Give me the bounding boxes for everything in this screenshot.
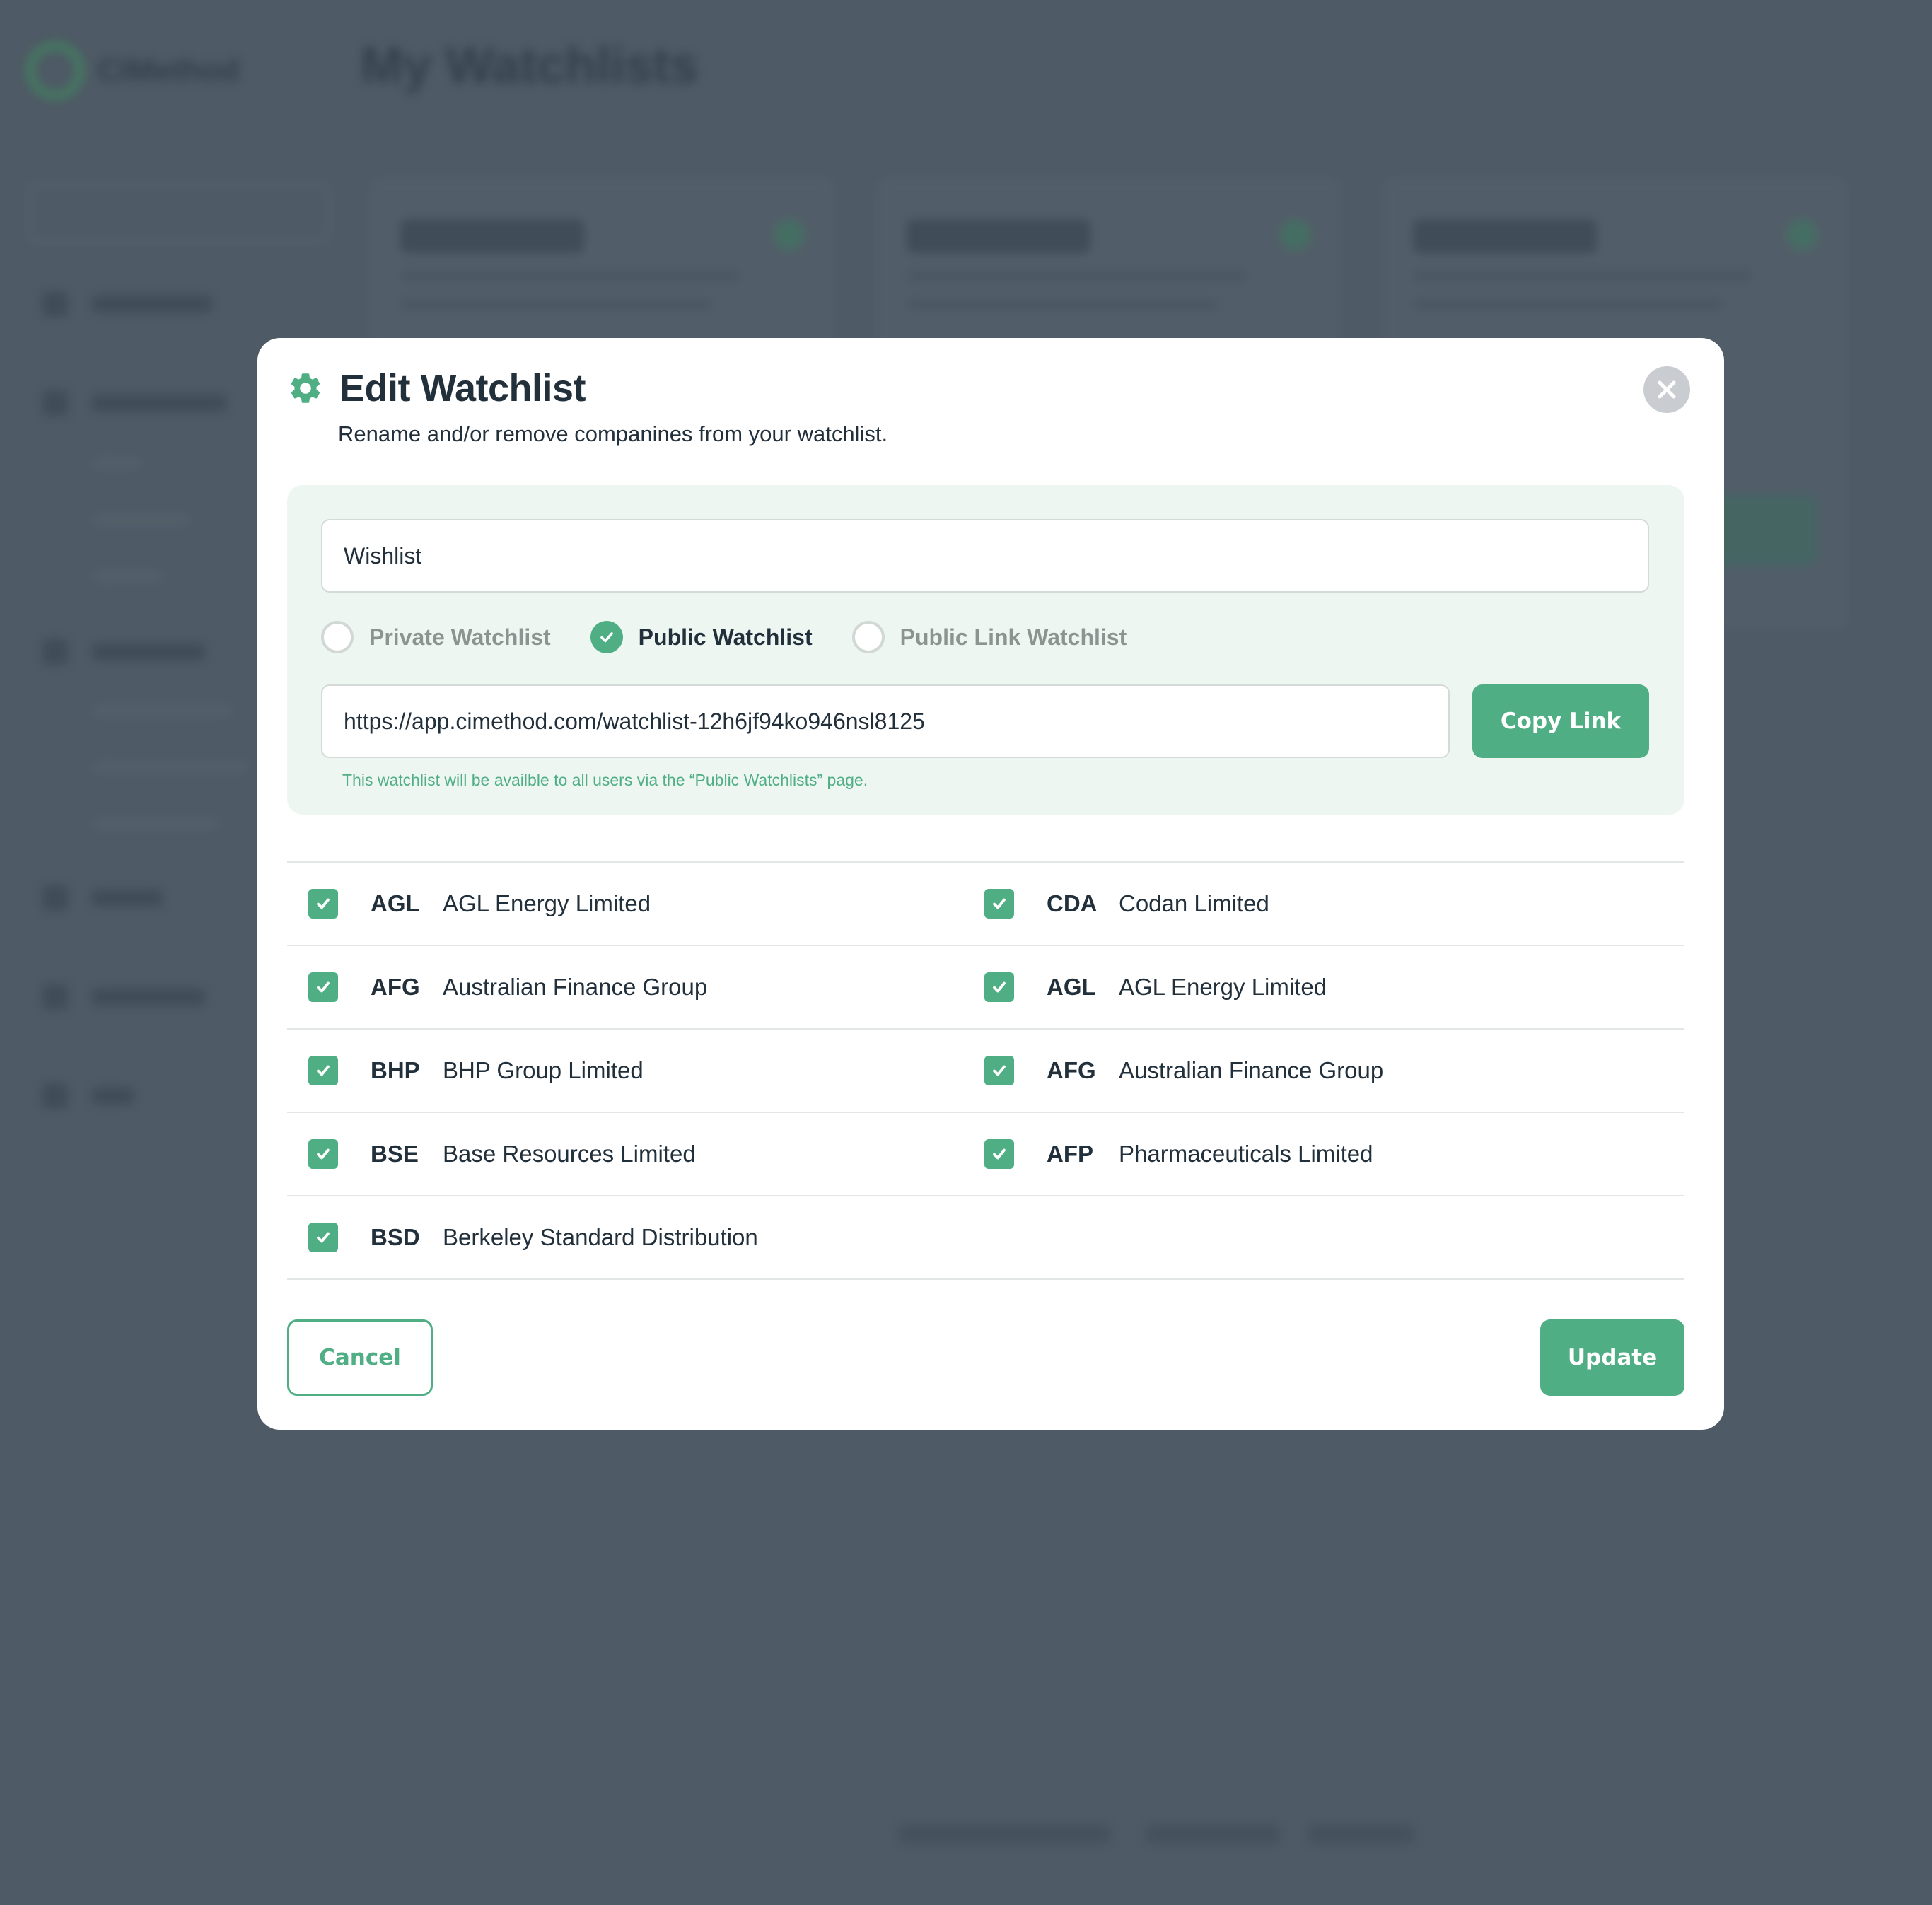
- company-checkbox[interactable]: [984, 972, 1014, 1002]
- title-row: Edit Watchlist: [287, 366, 888, 410]
- company-checkbox[interactable]: [308, 1056, 338, 1085]
- checkmark-icon: [993, 981, 1006, 993]
- copy-link-button[interactable]: Copy Link: [1472, 684, 1649, 758]
- checkmark-icon: [317, 981, 330, 993]
- company-name: Australian Finance Group: [443, 974, 708, 1000]
- company-item: AGL AGL Energy Limited: [308, 863, 651, 945]
- company-ticker: AGL: [371, 890, 420, 916]
- watchlist-name-input[interactable]: [321, 519, 1649, 593]
- company-name: Codan Limited: [1119, 890, 1269, 916]
- company-item: AFP Pharmaceuticals Limited: [984, 1113, 1373, 1195]
- company-name: Berkeley Standard Distribution: [443, 1224, 758, 1250]
- modal-title: Edit Watchlist: [339, 367, 586, 409]
- table-row: AGL AGL Energy Limited CDA Codan Limited: [287, 863, 1684, 946]
- checkmark-icon: [317, 1065, 330, 1076]
- company-name: AGL Energy Limited: [443, 890, 651, 916]
- company-ticker: BSD: [371, 1224, 420, 1250]
- visibility-radio-group: Private Watchlist Public Watchlist Publi…: [321, 621, 1166, 653]
- company-name: Pharmaceuticals Limited: [1119, 1141, 1373, 1167]
- company-checkbox[interactable]: [308, 889, 338, 919]
- page-title: My Watchlists: [361, 37, 699, 94]
- background-footer-link: [1308, 1824, 1414, 1844]
- close-icon: [1658, 380, 1676, 399]
- table-row: BSE Base Resources Limited AFP Pharmaceu…: [287, 1113, 1684, 1196]
- company-checkbox[interactable]: [308, 972, 338, 1002]
- company-name: Base Resources Limited: [443, 1141, 696, 1167]
- edit-watchlist-modal: Edit Watchlist Rename and/or remove comp…: [257, 338, 1724, 1430]
- company-item: BSE Base Resources Limited: [308, 1113, 696, 1195]
- company-ticker: AFG: [1047, 1057, 1096, 1083]
- company-item: AGL AGL Energy Limited: [984, 946, 1327, 1028]
- company-ticker: CDA: [1047, 890, 1098, 916]
- close-button[interactable]: [1643, 366, 1690, 413]
- table-row: BSD Berkeley Standard Distribution: [287, 1196, 1684, 1280]
- company-ticker: AFP: [1047, 1141, 1093, 1167]
- company-ticker: BSE: [371, 1141, 419, 1167]
- checkmark-icon: [993, 1065, 1006, 1076]
- company-checkbox[interactable]: [984, 889, 1014, 919]
- table-row: AFG Australian Finance Group AGL AGL Ene…: [287, 946, 1684, 1030]
- company-ticker: AGL: [1047, 974, 1096, 1000]
- app-logo: CIMethod: [25, 41, 239, 100]
- modal-subtitle: Rename and/or remove companines from you…: [338, 421, 888, 446]
- radio-private-watchlist[interactable]: Private Watchlist: [321, 621, 551, 653]
- company-item: CDA Codan Limited: [984, 863, 1269, 945]
- background-footer-link: [1146, 1824, 1280, 1844]
- table-row: BHP BHP Group Limited AFG Australian Fin…: [287, 1030, 1684, 1113]
- radio-label: Public Link Watchlist: [900, 624, 1127, 650]
- radio-public-watchlist[interactable]: Public Watchlist: [590, 621, 813, 653]
- company-item: AFG Australian Finance Group: [984, 1030, 1383, 1112]
- company-item: BSD Berkeley Standard Distribution: [308, 1196, 758, 1278]
- company-ticker: BHP: [371, 1057, 420, 1083]
- checkmark-icon: [317, 1148, 330, 1160]
- company-checkbox[interactable]: [984, 1056, 1014, 1085]
- company-checkbox[interactable]: [308, 1223, 338, 1252]
- company-name: BHP Group Limited: [443, 1057, 644, 1083]
- background-search: [28, 184, 330, 242]
- background-footer-link: [898, 1824, 1110, 1844]
- company-list: AGL AGL Energy Limited CDA Codan Limited…: [287, 861, 1684, 1280]
- watchlist-settings-panel: Private Watchlist Public Watchlist Publi…: [287, 485, 1684, 815]
- company-name: Australian Finance Group: [1119, 1057, 1384, 1083]
- logo-mark-icon: [25, 41, 85, 100]
- checkmark-icon: [317, 1232, 330, 1243]
- modal-header: Edit Watchlist Rename and/or remove comp…: [287, 366, 888, 447]
- checkmark-icon: [993, 1148, 1006, 1160]
- company-ticker: AFG: [371, 974, 420, 1000]
- gear-icon: [291, 373, 320, 403]
- radio-public-link-watchlist[interactable]: Public Link Watchlist: [851, 621, 1127, 653]
- radio-unchecked-icon: [851, 621, 885, 653]
- checkmark-icon: [317, 898, 330, 909]
- watchlist-link-input[interactable]: [321, 684, 1450, 758]
- company-item: AFG Australian Finance Group: [308, 946, 707, 1028]
- background-nav-item: [42, 291, 297, 317]
- helper-text: This watchlist will be availble to all u…: [342, 771, 868, 789]
- radio-unchecked-icon: [321, 621, 354, 653]
- cancel-button[interactable]: Cancel: [287, 1319, 433, 1396]
- update-button[interactable]: Update: [1540, 1319, 1684, 1396]
- company-item: BHP BHP Group Limited: [308, 1030, 644, 1112]
- company-checkbox[interactable]: [308, 1139, 338, 1169]
- checkmark-icon: [993, 898, 1006, 909]
- logo-text: CIMethod: [98, 53, 240, 88]
- radio-checked-icon: [590, 621, 623, 653]
- company-checkbox[interactable]: [984, 1139, 1014, 1169]
- company-name: AGL Energy Limited: [1119, 974, 1327, 1000]
- radio-label: Private Watchlist: [369, 624, 551, 650]
- radio-label: Public Watchlist: [638, 624, 813, 650]
